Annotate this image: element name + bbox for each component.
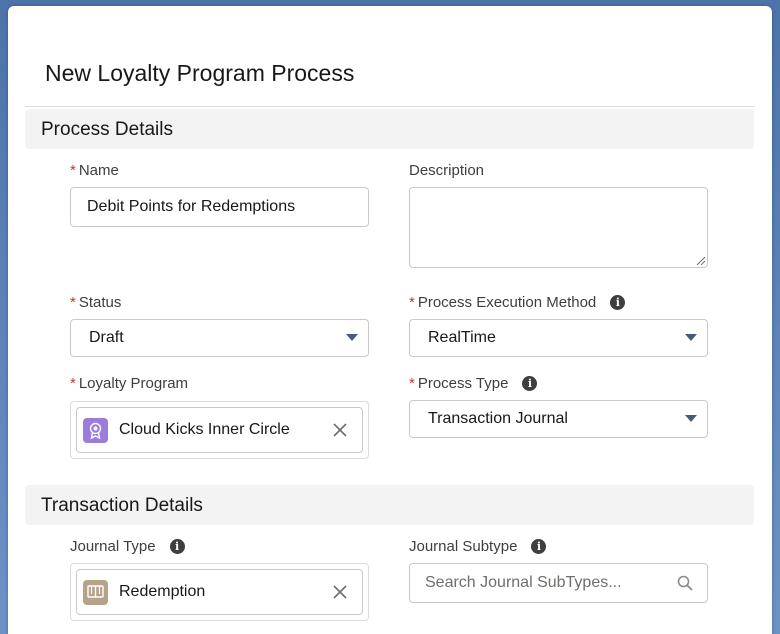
journal-type-icon [83, 579, 108, 605]
description-label: Description [409, 162, 485, 179]
new-process-modal: New Loyalty Program Process Process Deta… [8, 6, 772, 634]
chevron-down-icon [346, 334, 358, 341]
section-header-process-details[interactable]: Process Details [25, 109, 754, 149]
description-textarea[interactable] [409, 187, 708, 268]
journal-type-pill[interactable]: Redemption [76, 569, 363, 615]
modal-title: New Loyalty Program Process [45, 60, 355, 86]
name-input[interactable]: Debit Points for Redemptions [70, 187, 369, 227]
loyalty-program-lookup: Cloud Kicks Inner Circle [70, 401, 369, 459]
section-header-transaction-details[interactable]: Transaction Details [25, 485, 754, 525]
journal-subtype-search[interactable] [409, 563, 708, 603]
pill-label: Cloud Kicks Inner Circle [119, 421, 290, 438]
info-icon[interactable]: i [531, 539, 547, 554]
loyalty-program-pill[interactable]: Cloud Kicks Inner Circle [76, 407, 363, 453]
journal-subtype-label: Journal Subtype i [409, 538, 547, 555]
process-type-value: Transaction Journal [428, 410, 568, 427]
resize-grip-icon[interactable] [696, 256, 705, 265]
pill-label: Redemption [119, 583, 206, 600]
close-icon[interactable] [332, 422, 348, 438]
process-type-label: * Process Type i [409, 375, 538, 392]
loyalty-program-label: * Loyalty Program [70, 375, 189, 392]
section-title: Process Details [41, 119, 173, 140]
execution-method-label: * Process Execution Method i [409, 294, 626, 311]
status-label: * Status [70, 294, 122, 311]
status-select[interactable]: Draft [70, 319, 369, 357]
name-label: * Name [70, 162, 119, 179]
info-icon[interactable]: i [610, 295, 626, 310]
status-value: Draft [89, 329, 124, 346]
required-marker: * [409, 294, 415, 311]
loyalty-program-icon [83, 417, 108, 443]
execution-method-value: RealTime [428, 329, 496, 346]
info-icon[interactable]: i [169, 539, 185, 554]
execution-method-select[interactable]: RealTime [409, 319, 708, 357]
process-type-select[interactable]: Transaction Journal [409, 400, 708, 438]
journal-subtype-input[interactable] [425, 574, 665, 592]
required-marker: * [70, 162, 76, 179]
chevron-down-icon [685, 334, 697, 341]
info-icon[interactable]: i [522, 376, 538, 391]
required-marker: * [70, 375, 76, 392]
journal-type-label: Journal Type i [70, 538, 185, 555]
journal-type-lookup: Redemption [70, 563, 369, 621]
section-title: Transaction Details [41, 495, 203, 516]
header-divider [25, 106, 755, 107]
search-icon [677, 575, 693, 591]
chevron-down-icon [685, 415, 697, 422]
close-icon[interactable] [332, 584, 348, 600]
name-value: Debit Points for Redemptions [87, 198, 296, 215]
required-marker: * [409, 375, 415, 392]
required-marker: * [70, 294, 76, 311]
